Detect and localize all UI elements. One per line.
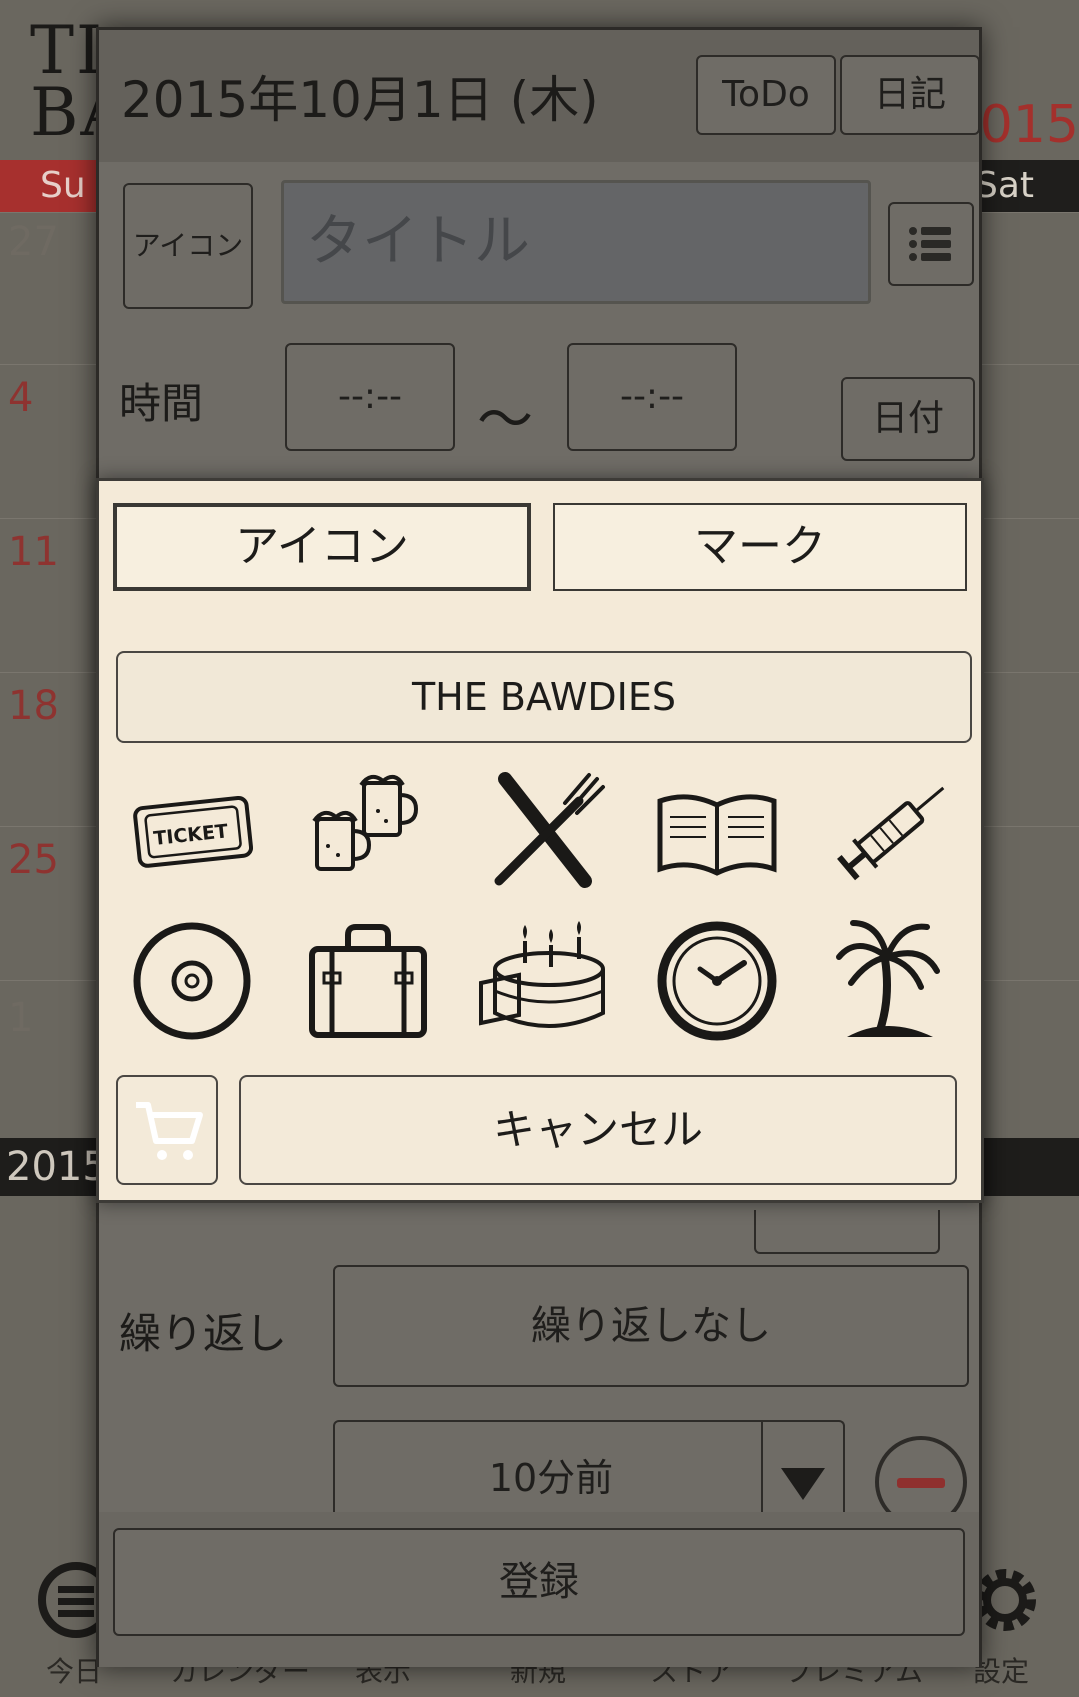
start-time-field[interactable]: --:-- — [285, 343, 455, 451]
date-number: 1 — [8, 995, 34, 1041]
date-number: 18 — [8, 683, 59, 729]
reminder-select[interactable]: 10分前 — [333, 1420, 845, 1520]
icon-select-button[interactable]: アイコン — [123, 183, 253, 309]
repeat-select[interactable]: 繰り返しなし — [333, 1265, 969, 1387]
cart-icon — [136, 1102, 203, 1160]
date-number: 4 — [8, 375, 34, 421]
calendar-year: 015 — [979, 95, 1079, 155]
suitcase-icon[interactable] — [292, 911, 442, 1051]
palm-tree-icon[interactable] — [817, 911, 967, 1051]
time-label: 時間 — [119, 379, 204, 428]
remove-reminder-icon[interactable] — [873, 1434, 969, 1524]
end-time-field[interactable]: --:-- — [567, 343, 737, 451]
repeat-label: 繰り返し — [119, 1309, 288, 1358]
list-icon — [909, 227, 951, 261]
cancel-button[interactable]: キャンセル — [239, 1075, 957, 1185]
svg-text:TICKET: TICKET — [152, 820, 229, 850]
editor-header: 2015年10月1日 (木) ToDo 日記 — [99, 30, 980, 162]
reminder-value: 10分前 — [488, 1456, 614, 1500]
ticket-icon[interactable]: TICKET — [117, 761, 267, 901]
hidden-field-edge — [754, 1210, 940, 1254]
editor-date-title: 2015年10月1日 (木) — [121, 71, 599, 129]
syringe-icon[interactable] — [817, 761, 967, 901]
date-number: 11 — [8, 529, 59, 575]
tab-icon[interactable]: アイコン — [113, 503, 531, 591]
dropdown-arrow-icon — [761, 1422, 843, 1520]
disc-icon[interactable] — [117, 911, 267, 1051]
date-number: 25 — [8, 837, 59, 883]
beer-icon[interactable] — [292, 761, 442, 901]
icon-picker-dialog: アイコン マーク THE BAWDIES TICKET キャンセル — [96, 478, 984, 1203]
tab-mark[interactable]: マーク — [553, 503, 967, 591]
diary-button[interactable]: 日記 — [840, 55, 980, 135]
book-icon[interactable] — [642, 761, 792, 901]
icon-set-selector[interactable]: THE BAWDIES — [116, 651, 972, 743]
list-menu-button[interactable] — [888, 202, 974, 286]
store-cart-button[interactable] — [116, 1075, 218, 1185]
title-input[interactable]: タイトル — [281, 180, 871, 304]
editor-footer: 登録 — [99, 1512, 979, 1667]
register-button[interactable]: 登録 — [113, 1528, 965, 1636]
date-number: 27 — [8, 219, 59, 265]
time-range-separator: 〜 — [477, 388, 533, 453]
knife-fork-icon[interactable] — [467, 761, 617, 901]
tab-today[interactable]: 今日 — [46, 1650, 102, 1690]
birthday-cake-icon[interactable] — [467, 911, 617, 1051]
date-button[interactable]: 日付 — [841, 377, 975, 461]
todo-button[interactable]: ToDo — [696, 55, 836, 135]
clock-icon[interactable] — [642, 911, 792, 1051]
